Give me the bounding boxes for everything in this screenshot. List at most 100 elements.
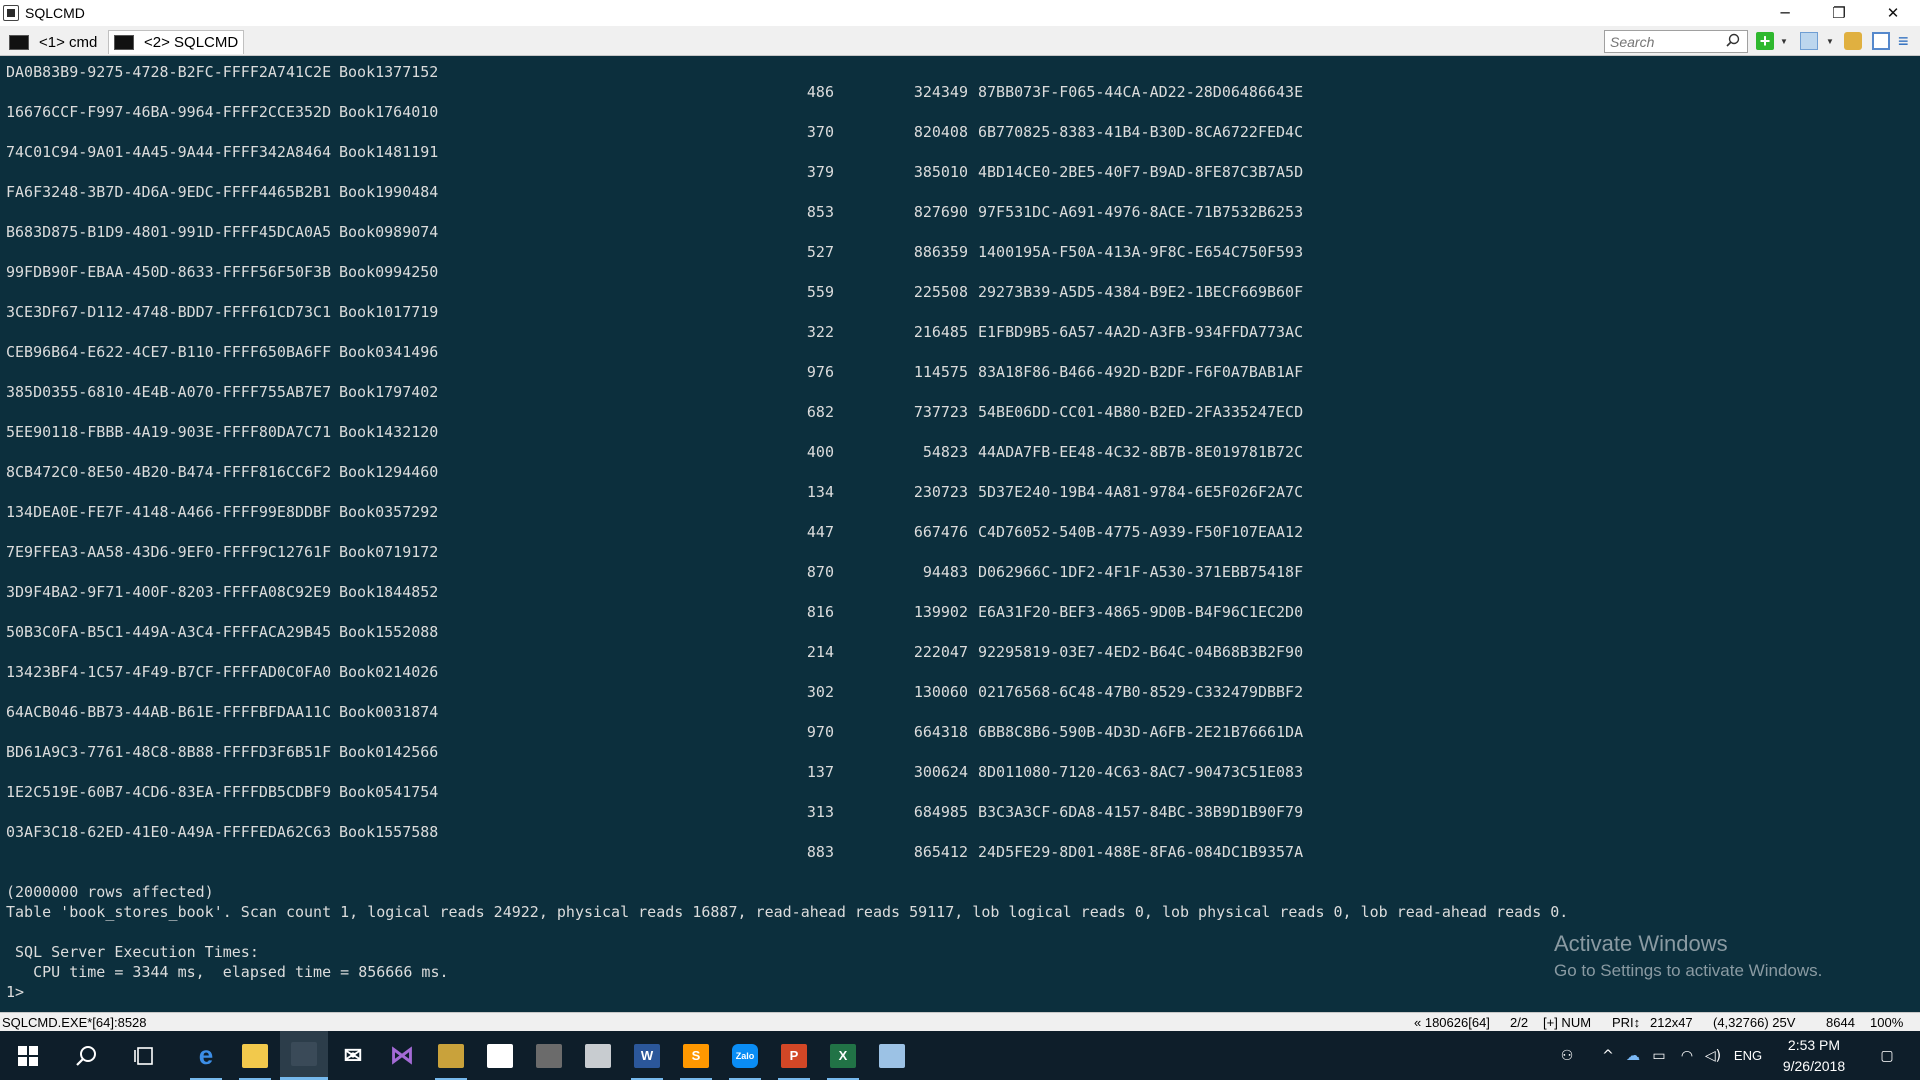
taskbar-app-folder[interactable]	[231, 1031, 279, 1080]
clock-date: 9/26/2018	[1782, 1058, 1846, 1074]
chevron-up-icon[interactable]: ^	[1598, 1031, 1618, 1080]
row-number: 827690	[913, 203, 968, 221]
row-number: 886359	[913, 243, 968, 261]
taskbar-app-visual-studio[interactable]: ⋈	[378, 1031, 426, 1080]
language-indicator[interactable]: ENG	[1730, 1031, 1766, 1080]
row-guid-2: 02176568-6C48-47B0-8529-C332479DBBF2	[978, 683, 1304, 701]
taskbar-app-powerpoint[interactable]: P	[770, 1031, 818, 1080]
visual-studio-icon: ⋈	[390, 1042, 414, 1069]
status-pid[interactable]: 8644	[1826, 1015, 1855, 1030]
result-row: B683D875-B1D9-4801-991D-FFFF45DCA0A5 Book…	[0, 223, 1920, 263]
result-row: FA6F3248-3B7D-4D6A-9EDC-FFFF4465B2B1 Book…	[0, 183, 1920, 223]
taskbar-app-paint[interactable]	[868, 1031, 916, 1080]
row-guid-2: 6BB8C8B6-590B-4D3D-A6FB-2E21B76661DA	[978, 723, 1304, 741]
mail-icon: ✉	[340, 1043, 366, 1068]
lock-icon[interactable]	[1844, 32, 1862, 50]
activate-windows-watermark: Activate Windows Go to Settings to activ…	[1554, 931, 1822, 981]
row-book: Book0341496	[339, 343, 439, 361]
battery-icon[interactable]: ▭	[1648, 1031, 1670, 1080]
menu-icon[interactable]: ≡	[1898, 32, 1916, 50]
search-button[interactable]	[62, 1031, 110, 1080]
clock[interactable]: 2:53 PM 9/26/2018	[1766, 1035, 1862, 1077]
taskbar-app-mail[interactable]: ✉	[329, 1031, 377, 1080]
panel-icon[interactable]	[1872, 32, 1890, 50]
status-size[interactable]: 212x47	[1650, 1015, 1693, 1030]
result-row: DA0B83B9-9275-4728-B2FC-FFFF2A741C2E Book…	[0, 63, 1920, 103]
row-book: Book1432120	[339, 423, 439, 441]
row-number: 222047	[913, 643, 968, 661]
add-console-icon[interactable]: +	[1756, 32, 1774, 50]
execution-times-header: SQL Server Execution Times:	[6, 943, 259, 961]
taskbar-app-sql-server[interactable]	[574, 1031, 622, 1080]
status-zoom[interactable]: 100%	[1870, 1015, 1903, 1030]
result-row: 13423BF4-1C57-4F49-B7CF-FFFFAD0C0FA0 Book…	[0, 663, 1920, 703]
taskbar-app-terminal[interactable]	[525, 1031, 573, 1080]
taskbar-app-notes[interactable]	[476, 1031, 524, 1080]
search-icon	[76, 1045, 96, 1066]
row-guid: 50B3C0FA-B5C1-449A-A3C4-FFFFACA29B45	[6, 623, 332, 641]
taskbar-app-edge[interactable]: e	[182, 1031, 230, 1080]
row-store-id: 883	[806, 843, 834, 861]
notifications-icon[interactable]: ▢	[1872, 1031, 1902, 1080]
result-row: 1E2C519E-60B7-4CD6-83EA-FFFFDB5CDBF9 Book…	[0, 783, 1920, 823]
row-store-id: 137	[806, 763, 834, 781]
row-book: Book0541754	[339, 783, 439, 801]
people-icon[interactable]: ⚇	[1554, 1031, 1580, 1080]
row-guid: BD61A9C3-7761-48C8-8B88-FFFFD3F6B51F	[6, 743, 332, 761]
row-book: Book0994250	[339, 263, 439, 281]
taskbar-app-excel[interactable]: X	[819, 1031, 867, 1080]
taskbar-app-zalo[interactable]: Zalo	[721, 1031, 769, 1080]
command-prompt[interactable]: 1>	[6, 983, 24, 1001]
close-button[interactable]: ✕	[1866, 0, 1920, 26]
status-console-index[interactable]: 2/2	[1510, 1015, 1528, 1030]
status-cursor[interactable]: (4,32766) 25V	[1713, 1015, 1795, 1030]
row-guid: 64ACB046-BB73-44AB-B61E-FFFFBFDAA11C	[6, 703, 332, 721]
status-buffer[interactable]: « 180626[64]	[1414, 1015, 1490, 1030]
view-icon[interactable]	[1800, 32, 1818, 50]
taskbar-app-sublime[interactable]: S	[672, 1031, 720, 1080]
taskbar-app-tools[interactable]	[427, 1031, 475, 1080]
console-icon	[291, 1042, 317, 1066]
tab-label: <2> SQLCMD	[144, 34, 239, 51]
status-process[interactable]: SQLCMD.EXE*[64]:8528	[2, 1015, 147, 1030]
wifi-icon[interactable]: ◠	[1676, 1031, 1698, 1080]
row-guid-2: C4D76052-540B-4775-A939-F50F107EAA12	[978, 523, 1304, 541]
row-store-id: 527	[806, 243, 834, 261]
status-bar: SQLCMD.EXE*[64]:8528 « 180626[64] 2/2 [+…	[0, 1012, 1920, 1031]
chevron-down-icon[interactable]: ▼	[1826, 37, 1836, 55]
taskbar-app-word[interactable]: W	[623, 1031, 671, 1080]
result-row: 16676CCF-F997-46BA-9964-FFFF2CCE352D Book…	[0, 103, 1920, 143]
start-button[interactable]	[4, 1031, 52, 1080]
row-store-id: 976	[806, 363, 834, 381]
console-output[interactable]: DA0B83B9-9275-4728-B2FC-FFFF2A741C2E Book…	[0, 57, 1920, 1012]
row-guid: 1E2C519E-60B7-4CD6-83EA-FFFFDB5CDBF9	[6, 783, 332, 801]
minimize-button[interactable]: ─	[1758, 0, 1812, 26]
sublime-icon: S	[683, 1043, 709, 1068]
sql-server-icon	[585, 1043, 611, 1068]
onedrive-icon[interactable]: ☁	[1622, 1031, 1644, 1080]
chevron-down-icon[interactable]: ▼	[1780, 37, 1790, 55]
tab-cmd[interactable]: <1> cmd	[4, 30, 102, 54]
row-guid: B683D875-B1D9-4801-991D-FFFF45DCA0A5	[6, 223, 332, 241]
row-guid-2: 44ADA7FB-EE48-4C32-8B7B-8E019781B72C	[978, 443, 1304, 461]
status-priority[interactable]: PRI↕	[1612, 1015, 1640, 1030]
restore-button[interactable]: ❐	[1812, 0, 1866, 26]
volume-icon[interactable]: ◁)	[1702, 1031, 1724, 1080]
status-keys[interactable]: [+] NUM	[1543, 1015, 1591, 1030]
row-book: Book1764010	[339, 103, 439, 121]
tab-sqlcmd[interactable]: <2> SQLCMD	[108, 30, 245, 54]
row-guid-2: E6A31F20-BEF3-4865-9D0B-B4F96C1EC2D0	[978, 603, 1304, 621]
row-store-id: 486	[806, 83, 834, 101]
taskbar-app-console[interactable]	[280, 1031, 328, 1080]
row-store-id: 853	[806, 203, 834, 221]
task-view-button[interactable]	[120, 1031, 168, 1080]
row-guid-2: 6B770825-8383-41B4-B30D-8CA6722FED4C	[978, 123, 1304, 141]
row-guid-2: 1400195A-F50A-413A-9F8C-E654C750F593	[978, 243, 1304, 261]
search-icon[interactable]	[1726, 33, 1740, 47]
row-guid: 16676CCF-F997-46BA-9964-FFFF2CCE352D	[6, 103, 332, 121]
row-store-id: 400	[806, 443, 834, 461]
console-app-icon[interactable]	[3, 5, 19, 21]
row-store-id: 447	[806, 523, 834, 541]
result-row: 8CB472C0-8E50-4B20-B474-FFFF816CC6F2 Book…	[0, 463, 1920, 503]
row-store-id: 370	[806, 123, 834, 141]
